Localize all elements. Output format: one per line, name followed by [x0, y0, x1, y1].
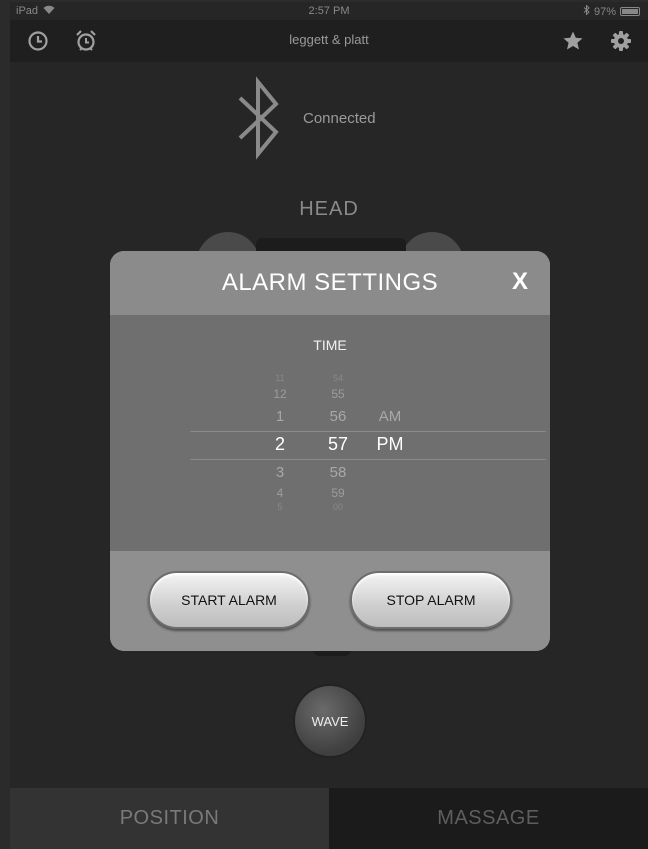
time-label: TIME [313, 337, 347, 353]
status-bar: iPad 2:57 PM 97% [10, 2, 648, 20]
wave-button[interactable]: WAVE [293, 684, 367, 758]
start-alarm-button[interactable]: START ALARM [148, 571, 310, 629]
minute-option-selected[interactable]: 57 [318, 434, 358, 455]
tab-bar: POSITION MASSAGE [10, 788, 648, 849]
hour-option[interactable]: 11 [260, 373, 300, 383]
time-picker[interactable]: 11 12 1 2 3 4 5 54 55 56 57 58 59 00 AM … [150, 365, 546, 525]
minute-option[interactable]: 54 [318, 373, 358, 383]
close-button[interactable]: X [512, 268, 528, 296]
picker-selection-bottom [190, 459, 546, 460]
modal-title: ALARM SETTINGS [221, 269, 439, 296]
tab-massage[interactable]: MASSAGE [329, 788, 648, 849]
alarm-settings-modal: ALARM SETTINGS X TIME 11 12 1 2 3 4 5 54… [110, 251, 550, 651]
connection-status: Connected [303, 110, 376, 127]
bluetooth-status-icon [583, 4, 590, 18]
bluetooth-icon [232, 74, 282, 167]
minute-option[interactable]: 59 [318, 486, 358, 500]
hour-option[interactable]: 1 [260, 408, 300, 425]
stop-alarm-button[interactable]: STOP ALARM [350, 571, 512, 629]
minute-option[interactable]: 55 [318, 387, 358, 401]
hour-option-selected[interactable]: 2 [260, 434, 300, 455]
modal-body: TIME 11 12 1 2 3 4 5 54 55 56 57 58 59 0… [110, 315, 550, 551]
minute-option[interactable]: 56 [318, 408, 358, 425]
period-option[interactable]: AM [368, 408, 412, 425]
period-option-selected[interactable]: PM [368, 434, 412, 455]
minute-option[interactable]: 00 [318, 502, 358, 512]
battery-icon [620, 7, 640, 16]
head-label: HEAD [299, 198, 359, 220]
modal-footer: START ALARM STOP ALARM [110, 551, 550, 651]
app-title: leggett & platt [289, 32, 369, 47]
nav-bar: leggett & platt [10, 20, 648, 62]
hour-option[interactable]: 12 [260, 387, 300, 401]
hour-option[interactable]: 3 [260, 464, 300, 481]
gear-icon[interactable] [608, 28, 634, 54]
hour-option[interactable]: 4 [260, 486, 300, 500]
app-screen: iPad 2:57 PM 97% leggett & platt Connect… [10, 2, 648, 849]
star-icon[interactable] [560, 28, 586, 54]
picker-selection-top [190, 431, 546, 432]
device-frame: iPad 2:57 PM 97% leggett & platt Connect… [0, 0, 648, 849]
status-time: 2:57 PM [308, 5, 350, 17]
battery-percent: 97% [593, 5, 616, 18]
minute-option[interactable]: 58 [318, 464, 358, 481]
modal-header: ALARM SETTINGS X [110, 251, 550, 315]
hour-option[interactable]: 5 [260, 502, 300, 512]
tab-position[interactable]: POSITION [10, 788, 329, 849]
